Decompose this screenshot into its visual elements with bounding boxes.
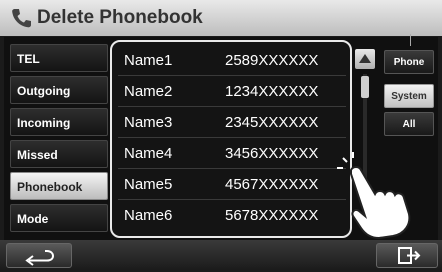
menu-item-incoming[interactable]: Incoming: [10, 108, 108, 136]
contact-name: Name6: [124, 207, 173, 224]
contact-name: Name4: [124, 145, 173, 162]
phone-icon: [12, 9, 32, 28]
menu-item-missed[interactable]: Missed: [10, 140, 108, 168]
list-item[interactable]: Name4 3456XXXXXX: [118, 139, 346, 169]
contact-name: Name2: [124, 83, 173, 100]
contact-name: Name5: [124, 176, 173, 193]
contact-number: 2589XXXXXX: [225, 52, 319, 69]
contact-number: 3456XXXXXX: [225, 145, 319, 162]
system-button[interactable]: System: [384, 84, 434, 108]
contact-name: Name3: [124, 114, 173, 131]
menu-item-tel[interactable]: TEL: [10, 44, 108, 72]
page-title: Delete Phonebook: [37, 7, 203, 28]
exit-icon: [398, 247, 421, 264]
list-item[interactable]: Name3 2345XXXXXX: [118, 108, 346, 138]
title-bar: Delete Phonebook: [0, 0, 442, 36]
contact-number: 5678XXXXXX: [225, 207, 319, 224]
menu-item-phonebook[interactable]: Phonebook: [10, 172, 108, 200]
exit-button[interactable]: [376, 243, 438, 268]
contact-name: Name1: [124, 52, 173, 69]
back-arrow-icon: [25, 250, 55, 266]
contact-number: 4567XXXXXX: [225, 176, 319, 193]
all-button[interactable]: All: [384, 112, 434, 136]
list-item[interactable]: Name2 1234XXXXXX: [118, 77, 346, 107]
phonebook-list: Name1 2589XXXXXX Name2 1234XXXXXX Name3 …: [110, 40, 352, 238]
contact-number: 1234XXXXXX: [225, 83, 319, 100]
touch-hand-icon: [337, 152, 411, 240]
scrollbar-thumb[interactable]: [361, 76, 369, 98]
list-item[interactable]: Name6 5678XXXXXX: [118, 201, 346, 230]
selector-connector: [410, 34, 411, 46]
menu-item-mode[interactable]: Mode: [10, 204, 108, 232]
list-item[interactable]: Name1 2589XXXXXX: [118, 46, 346, 76]
list-item[interactable]: Name5 4567XXXXXX: [118, 170, 346, 200]
menu-item-outgoing[interactable]: Outgoing: [10, 76, 108, 104]
phone-button[interactable]: Phone: [384, 50, 434, 74]
contact-number: 2345XXXXXX: [225, 114, 319, 131]
back-button[interactable]: [6, 243, 72, 268]
scroll-up-button[interactable]: [355, 49, 375, 69]
